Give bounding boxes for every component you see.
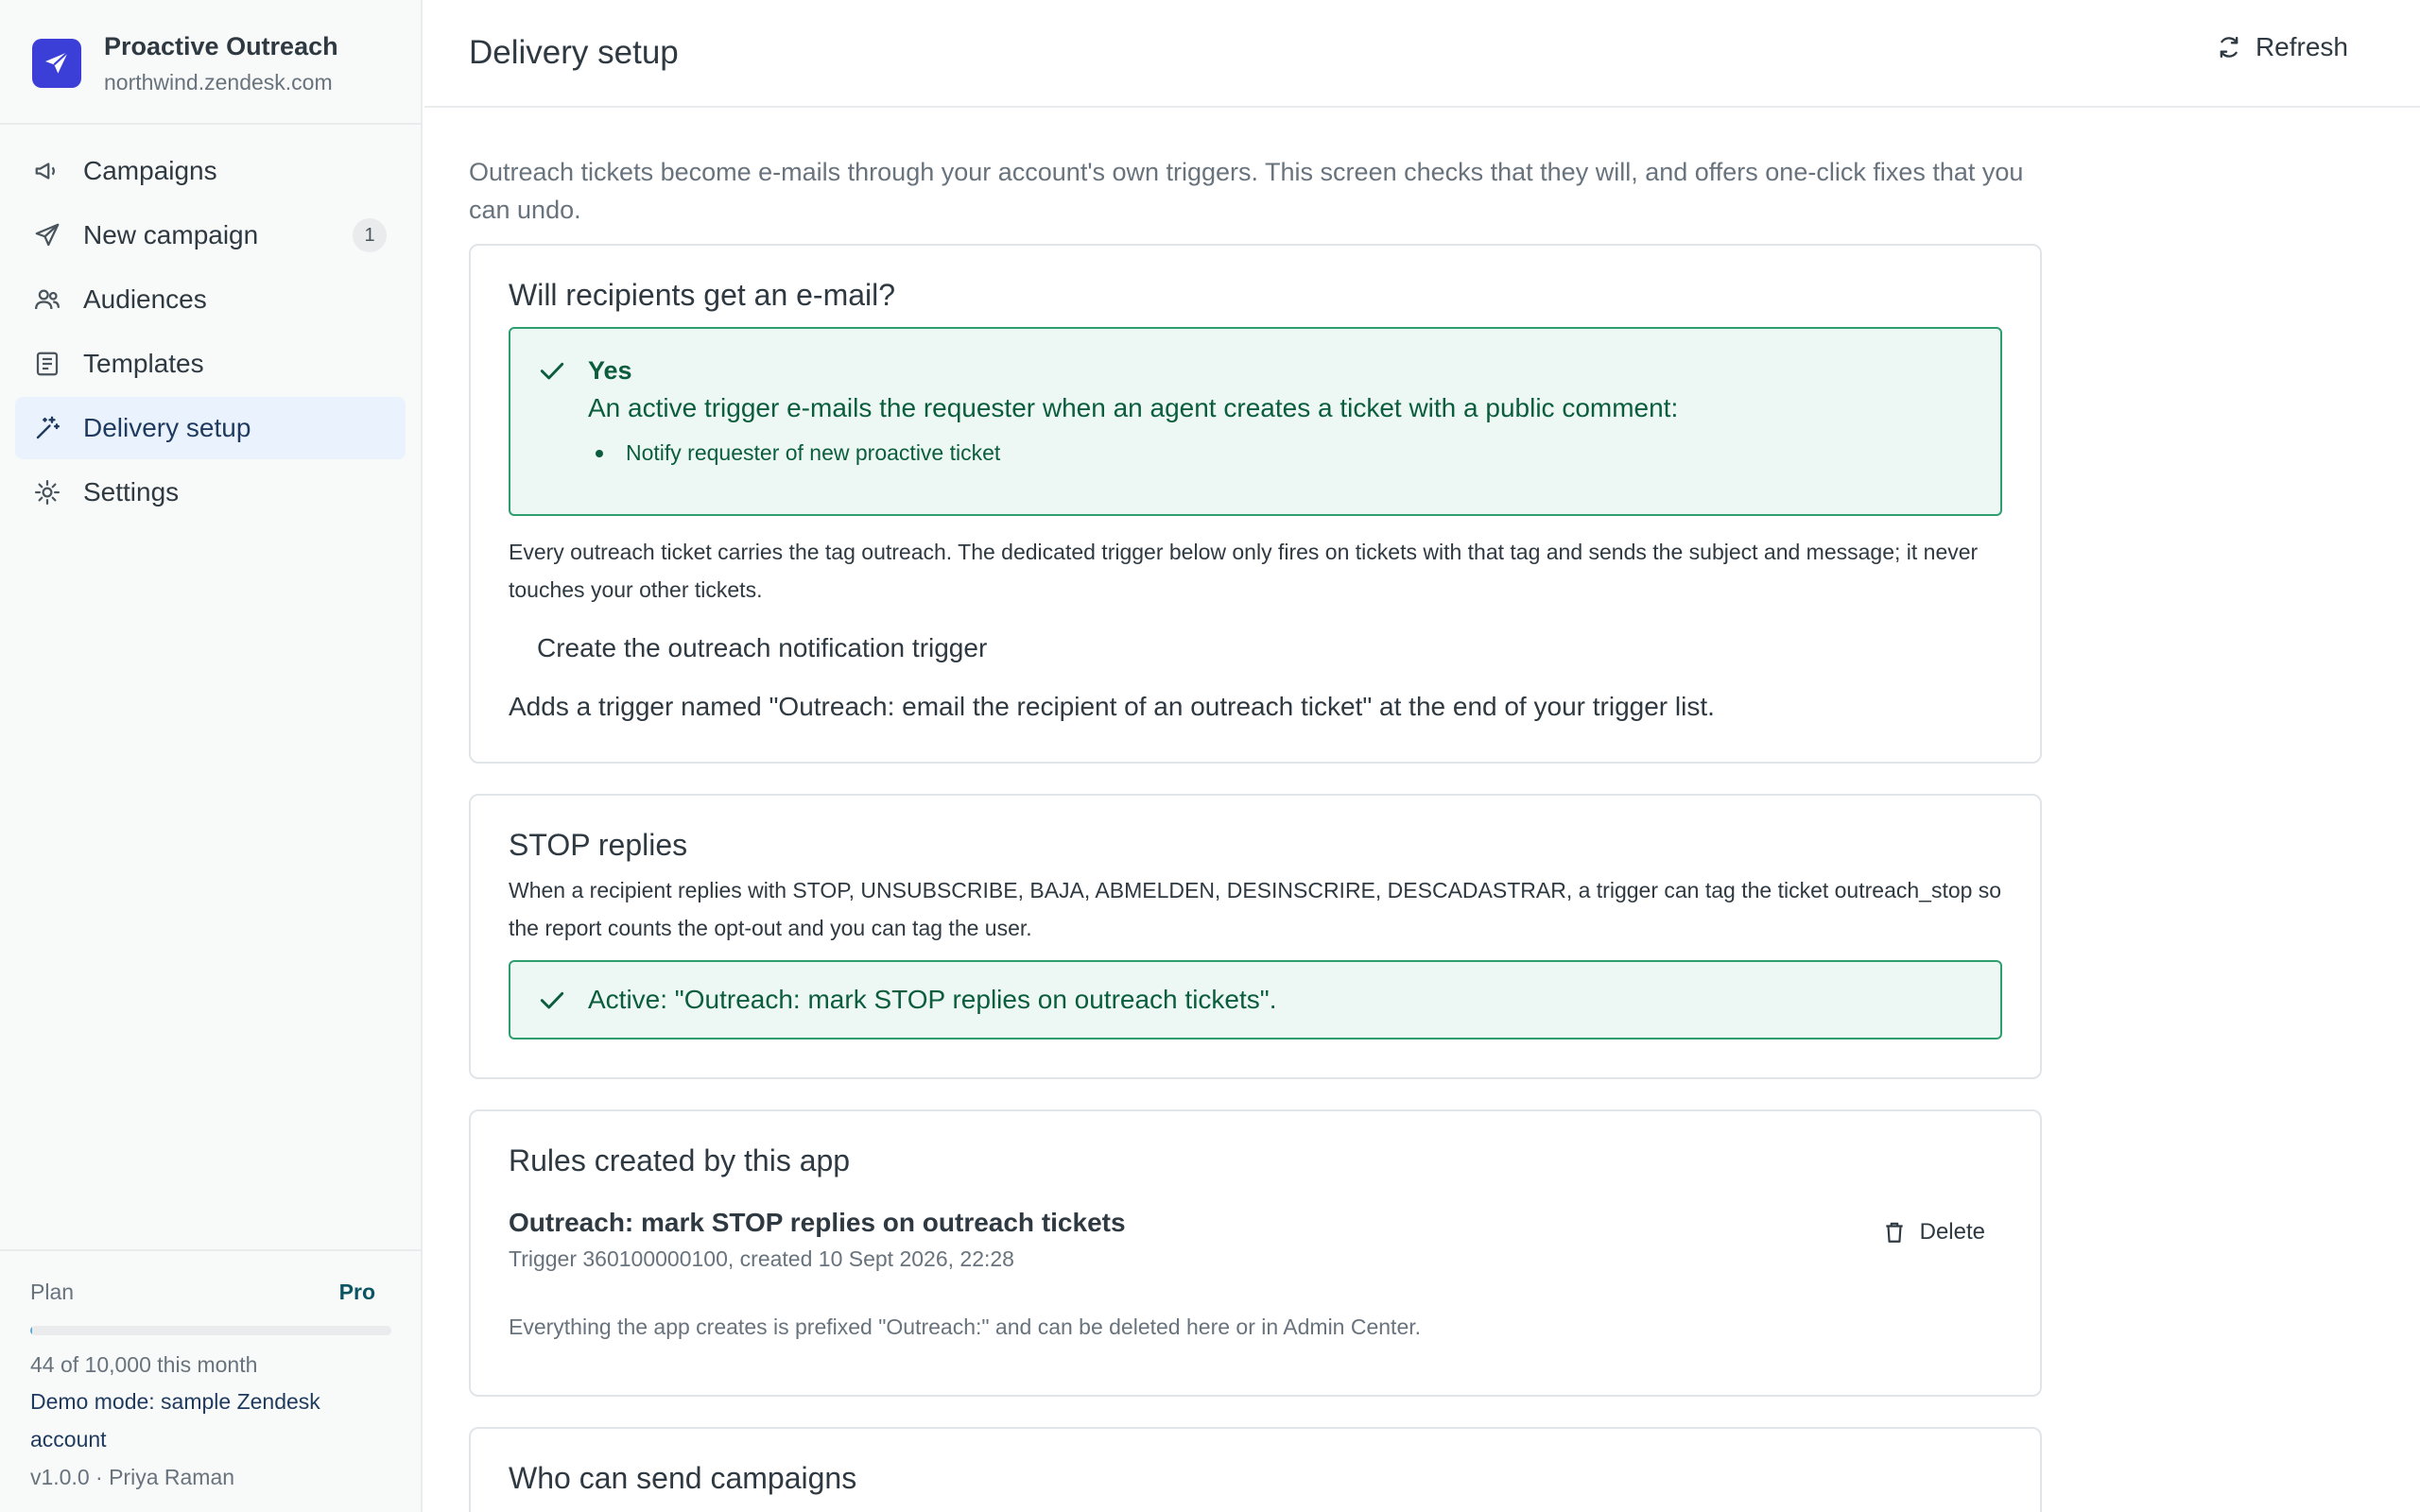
account-subdomain: northwind.zendesk.com — [104, 70, 333, 94]
create-trigger-label: Create the outreach notification trigger — [537, 633, 988, 662]
card-title: STOP replies — [509, 828, 688, 862]
stop-replies-card: STOP replies When a recipient replies wi… — [469, 794, 2042, 1079]
status-line: An active trigger e-mails the requester … — [588, 393, 1679, 422]
sidebar-item-label: New campaign — [83, 220, 259, 249]
app-name: Proactive Outreach — [104, 32, 338, 60]
sidebar-item-audiences[interactable]: Audiences — [15, 268, 406, 331]
page-title: Delivery setup — [469, 34, 679, 71]
create-trigger-help: Adds a trigger named "Outreach: email th… — [509, 692, 1715, 721]
sidebar-item-label: Audiences — [83, 284, 207, 314]
trash-icon — [1885, 1222, 1903, 1243]
sidebar-item-label: Templates — [83, 349, 204, 378]
delete-rule-button[interactable]: Delete — [1882, 1219, 1985, 1246]
tag-description: Every outreach ticket carries the tag ou… — [509, 540, 1979, 602]
magic-wand-icon — [32, 413, 62, 443]
delete-label: Delete — [1919, 1219, 1985, 1245]
sidebar-item-label: Delivery setup — [83, 413, 251, 442]
sidebar-item-templates[interactable]: Templates — [15, 333, 406, 395]
main-content: Outreach tickets become e-mails through … — [469, 153, 2042, 1512]
count-badge: 1 — [353, 218, 387, 252]
paper-plane-logo-icon — [45, 51, 69, 74]
page-header: Delivery setup Refresh — [424, 0, 2420, 108]
paper-plane-icon — [32, 220, 62, 250]
rule-row: Outreach: mark STOP replies on outreach … — [509, 1204, 2002, 1276]
card-title: Who can send campaigns — [509, 1461, 857, 1495]
sidebar-item-new-campaign[interactable]: New campaign 1 — [15, 204, 406, 266]
email-check-card: Will recipients get an e-mail? Yes An ac… — [469, 244, 2042, 764]
app-logo — [32, 39, 81, 88]
create-trigger-button[interactable]: Create the outreach notification trigger — [537, 629, 987, 667]
trigger-list-item: Notify requester of new proactive ticket — [588, 440, 1678, 466]
users-icon — [32, 284, 62, 315]
stop-status-box: Active: "Outreach: mark STOP replies on … — [509, 960, 2002, 1040]
document-icon — [32, 349, 62, 379]
card-title: Will recipients get an e-mail? — [509, 278, 896, 312]
rules-card: Rules created by this app Outreach: mark… — [469, 1109, 2042, 1397]
sidebar-item-campaigns[interactable]: Campaigns — [15, 140, 406, 202]
rule-meta: Trigger 360100000100, created 10 Sept 20… — [509, 1246, 1014, 1271]
rule-name: Outreach: mark STOP replies on outreach … — [509, 1208, 1126, 1237]
email-status-box: Yes An active trigger e-mails the reques… — [509, 327, 2002, 516]
demo-mode-note: Demo mode: sample Zendesk account — [30, 1389, 320, 1452]
rules-footnote: Everything the app creates is prefixed "… — [509, 1314, 1422, 1339]
status-title: Yes — [588, 356, 632, 385]
refresh-button[interactable]: Refresh — [2216, 32, 2348, 62]
megaphone-icon — [32, 156, 62, 186]
sidebar-item-label: Campaigns — [83, 156, 217, 185]
sidebar-item-label: Settings — [83, 477, 180, 507]
plan-value: Pro — [338, 1280, 375, 1304]
check-icon — [540, 362, 564, 380]
sidebar-item-settings[interactable]: Settings — [15, 461, 406, 524]
stop-status-text: Active: "Outreach: mark STOP replies on … — [588, 985, 1277, 1014]
brand-header: Proactive Outreach northwind.zendesk.com — [0, 0, 421, 125]
usage-progress-fill — [30, 1326, 32, 1335]
plan-label: Plan — [30, 1280, 75, 1304]
usage-text: 44 of 10,000 this month — [30, 1352, 258, 1377]
refresh-label: Refresh — [2255, 32, 2348, 61]
gear-icon — [32, 477, 62, 507]
sidebar-item-delivery-setup[interactable]: Delivery setup — [15, 397, 406, 459]
senders-card: Who can send campaigns — [469, 1427, 2042, 1512]
usage-progress-bar — [30, 1326, 391, 1335]
card-title: Rules created by this app — [509, 1143, 851, 1177]
intro-text: Outreach tickets become e-mails through … — [469, 158, 2024, 224]
version-info: v1.0.0 · Priya Raman — [30, 1465, 235, 1489]
sidebar: Proactive Outreach northwind.zendesk.com… — [0, 0, 423, 1512]
trigger-name: Notify requester of new proactive ticket — [626, 440, 1001, 465]
plan-usage-panel: Plan Pro 44 of 10,000 this month Demo mo… — [0, 1249, 421, 1512]
sidebar-nav: Campaigns New campaign 1 Audiences Templ… — [0, 125, 421, 524]
stop-description: When a recipient replies with STOP, UNSU… — [509, 878, 2002, 940]
check-icon — [540, 991, 564, 1009]
refresh-icon — [2220, 36, 2238, 59]
